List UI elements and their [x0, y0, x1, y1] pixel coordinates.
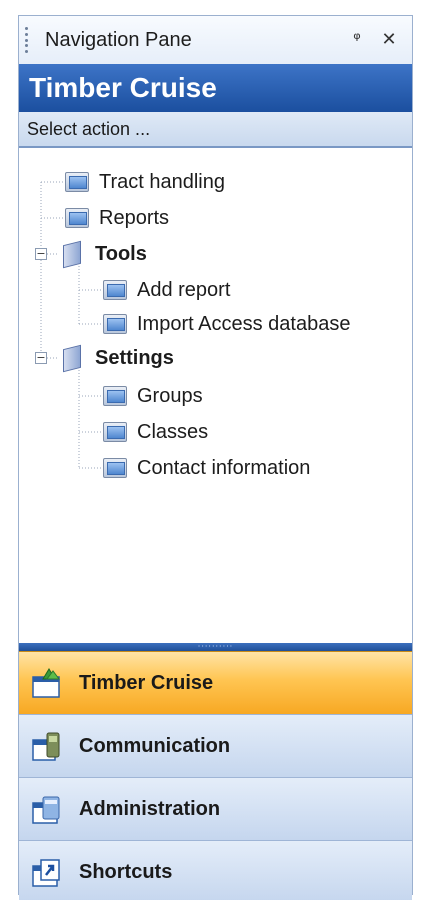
tree-item-groups[interactable]: Groups	[103, 378, 203, 414]
settings-collapse-toggle[interactable]: −	[35, 352, 47, 364]
window-icon	[103, 280, 127, 300]
tree-item-tools[interactable]: Tools	[61, 236, 147, 272]
tree-item-label: Groups	[137, 384, 203, 407]
window-icon	[65, 172, 89, 192]
tree-item-label: Contact information	[137, 456, 311, 479]
tree-item-contact-information[interactable]: Contact information	[103, 450, 310, 486]
tree-item-label: Classes	[137, 420, 209, 443]
window-icon	[65, 208, 89, 228]
pane-splitter[interactable]: ··········	[19, 643, 412, 651]
shortcuts-icon	[32, 859, 60, 887]
timber-cruise-icon	[32, 668, 60, 698]
tree-item-label: Import Access database	[137, 312, 351, 335]
module-title: Timber Cruise	[29, 72, 217, 103]
tree-item-add-report[interactable]: Add report	[103, 272, 230, 308]
select-action-bar: Select action ...	[19, 112, 412, 148]
folder-icon	[61, 242, 83, 266]
tree-item-reports[interactable]: Reports	[65, 200, 169, 236]
communication-icon	[32, 732, 60, 761]
action-tree: − − Tract handling Reports Tools Add rep…	[19, 148, 412, 643]
window-icon	[103, 314, 127, 334]
navigation-pane: Navigation Pane ᵠ ✕ Timber Cruise Select…	[18, 15, 413, 900]
nav-button-label: Administration	[79, 797, 221, 820]
pane-title: Navigation Pane	[45, 28, 192, 51]
pin-icon[interactable]: ᵠ	[348, 31, 366, 49]
nav-button-shortcuts[interactable]: Shortcuts	[19, 840, 412, 900]
administration-icon	[32, 796, 60, 824]
tree-item-import-access-database[interactable]: Import Access database	[103, 306, 350, 342]
tree-item-label: Tools	[95, 242, 147, 265]
window-icon	[103, 422, 127, 442]
nav-button-communication[interactable]: Communication	[19, 714, 412, 777]
tree-item-label: Settings	[95, 346, 174, 369]
tree-item-label: Add report	[137, 278, 231, 301]
tree-item-classes[interactable]: Classes	[103, 414, 208, 450]
tree-item-label: Tract handling	[99, 170, 225, 193]
folder-icon	[61, 346, 83, 370]
tools-collapse-toggle[interactable]: −	[35, 248, 47, 260]
module-header: Timber Cruise	[19, 64, 412, 112]
nav-button-label: Shortcuts	[79, 860, 173, 883]
window-icon	[103, 458, 127, 478]
splitter-grip: ··········	[197, 642, 234, 651]
close-icon[interactable]: ✕	[380, 31, 398, 49]
tree-item-tract-handling[interactable]: Tract handling	[65, 164, 225, 200]
nav-button-label: Timber Cruise	[79, 671, 214, 694]
tree-item-settings[interactable]: Settings	[61, 340, 174, 376]
window-icon	[103, 386, 127, 406]
pane-title-bar[interactable]: Navigation Pane ᵠ ✕	[19, 16, 412, 64]
select-action-label: Select action ...	[27, 118, 151, 139]
drag-grip-icon[interactable]	[25, 27, 35, 53]
nav-button-label: Communication	[79, 734, 231, 757]
nav-button-timber-cruise[interactable]: Timber Cruise	[19, 651, 412, 714]
nav-button-administration[interactable]: Administration	[19, 777, 412, 840]
tree-item-label: Reports	[99, 206, 170, 229]
